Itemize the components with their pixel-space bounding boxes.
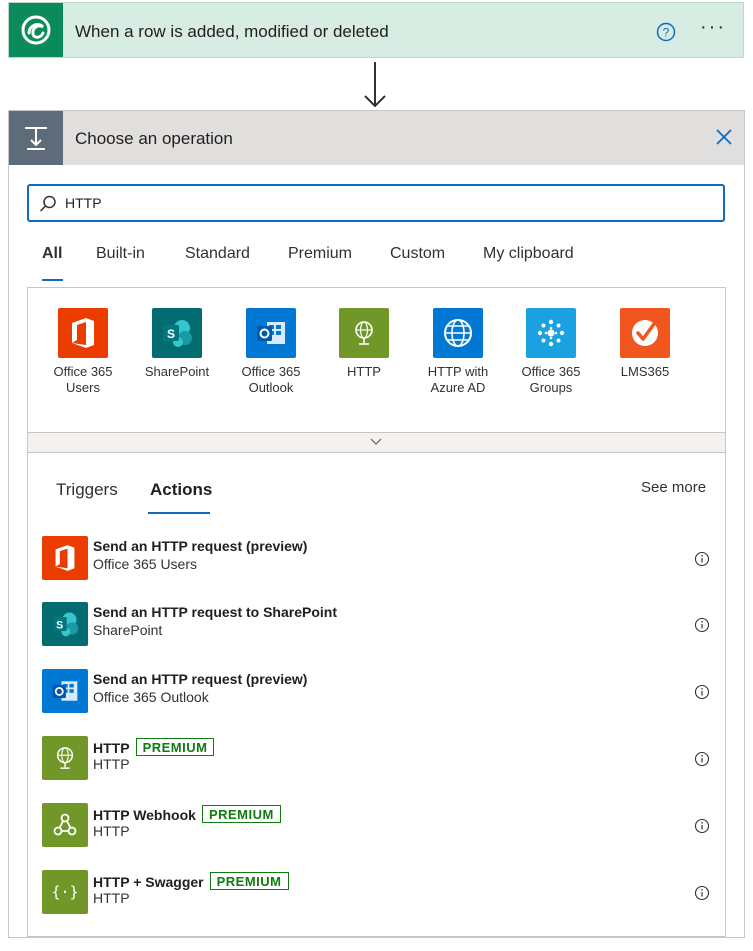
connector-office-365-outlook[interactable]: Office 365 Outlook (224, 308, 318, 396)
active-tab-indicator (42, 279, 63, 281)
sharepoint-icon: S (42, 602, 88, 646)
operation-title: Choose an operation (75, 129, 233, 148)
connector-grid: Office 365 Users S SharePoint Office 365… (27, 287, 726, 453)
connector-label-line2: Groups (529, 380, 573, 395)
choose-operation-card: Choose an operation All Built-in Standar… (8, 110, 745, 938)
action-title: Send an HTTP request (preview) (93, 671, 307, 687)
action-connector: Office 365 Outlook (93, 689, 209, 705)
info-icon[interactable] (694, 684, 710, 700)
webhook-icon (42, 803, 88, 847)
action-connector: HTTP (93, 756, 130, 772)
info-icon[interactable] (694, 551, 710, 567)
connector-label-line1: Office 365 (521, 364, 581, 379)
action-connector: HTTP (93, 823, 130, 839)
active-subtab-indicator (148, 512, 210, 514)
svg-text:?: ? (663, 26, 670, 40)
actions-panel: Triggers Actions See more Send an HTTP r… (27, 453, 726, 937)
outlook-icon (246, 308, 296, 358)
info-icon[interactable] (694, 885, 710, 901)
svg-text:S: S (167, 327, 175, 341)
svg-text:{·}: {·} (51, 883, 78, 901)
more-options-icon[interactable]: ··· (700, 16, 726, 39)
premium-badge: PREMIUM (201, 805, 281, 823)
connector-label-line2: Outlook (248, 380, 294, 395)
action-title: HTTP Webhook PREMIUM (93, 805, 281, 823)
action-title-text: HTTP (93, 740, 130, 756)
http-globe-icon (42, 736, 88, 780)
action-title-text: Send an HTTP request (preview) (93, 538, 308, 554)
connector-label-line1: LMS365 (620, 364, 670, 379)
action-row[interactable]: Send an HTTP request (preview) Office 36… (42, 536, 712, 582)
dataverse-icon (9, 3, 63, 57)
chevron-down-icon (370, 438, 382, 445)
action-row[interactable]: HTTP Webhook PREMIUM HTTP (42, 803, 712, 849)
operation-header: Choose an operation (9, 111, 744, 165)
swagger-icon: {·} (42, 870, 88, 914)
action-title-text: HTTP + Swagger (93, 874, 204, 890)
action-title-text: Send an HTTP request to SharePoint (93, 604, 338, 620)
connector-label-line1: SharePoint (144, 364, 210, 379)
action-connector: Office 365 Users (93, 556, 198, 572)
action-row[interactable]: {·} HTTP + Swagger PREMIUM HTTP (42, 870, 712, 916)
tab-standard[interactable]: Standard (185, 245, 250, 263)
tab-built-in[interactable]: Built-in (96, 245, 145, 263)
trigger-card[interactable]: When a row is added, modified or deleted… (8, 2, 744, 58)
operation-icon (9, 111, 63, 165)
expand-connectors-bar[interactable] (28, 432, 725, 452)
action-row[interactable]: HTTP PREMIUM HTTP (42, 736, 712, 782)
search-icon (39, 195, 56, 212)
action-title: HTTP + Swagger PREMIUM (93, 872, 289, 890)
action-title: HTTP PREMIUM (93, 738, 215, 756)
connector-office-365-groups[interactable]: Office 365 Groups (504, 308, 598, 396)
action-row[interactable]: S Send an HTTP request to SharePoint Sha… (42, 602, 712, 648)
connector-http-with-azure-ad[interactable]: HTTP with Azure AD (411, 308, 505, 396)
office-icon (58, 308, 108, 358)
close-icon[interactable] (714, 127, 734, 147)
action-title-text: Send an HTTP request (preview) (93, 671, 308, 687)
action-connector: HTTP (93, 890, 130, 906)
connector-label-line1: HTTP with (427, 364, 489, 379)
connector-label-line1: HTTP (347, 364, 381, 379)
connector-office-365-users[interactable]: Office 365 Users (36, 308, 130, 396)
tab-actions[interactable]: Actions (150, 480, 212, 500)
action-row[interactable]: Send an HTTP request (preview) Office 36… (42, 669, 712, 715)
connector-lms365[interactable]: LMS365 (598, 308, 692, 380)
tab-all[interactable]: All (42, 245, 62, 263)
connector-label-line1: Office 365 (53, 364, 113, 379)
tab-triggers[interactable]: Triggers (56, 480, 118, 500)
see-more-link[interactable]: See more (641, 479, 706, 496)
connector-http[interactable]: HTTP (317, 308, 411, 380)
lms365-icon (620, 308, 670, 358)
action-connector: SharePoint (93, 622, 163, 638)
action-title: Send an HTTP request (preview) (93, 538, 307, 554)
connector-label-line2: Users (66, 380, 100, 395)
svg-text:S: S (56, 619, 63, 631)
connector-label-line2: Azure AD (430, 380, 486, 395)
premium-badge: PREMIUM (135, 738, 215, 756)
trigger-title: When a row is added, modified or deleted (75, 22, 389, 41)
sharepoint-icon: S (152, 308, 202, 358)
info-icon[interactable] (694, 818, 710, 834)
premium-badge: PREMIUM (209, 872, 289, 890)
tab-premium[interactable]: Premium (288, 245, 352, 263)
http-globe-icon (339, 308, 389, 358)
search-input[interactable] (65, 191, 665, 215)
connector-sharepoint[interactable]: S SharePoint (130, 308, 224, 380)
groups-icon (526, 308, 576, 358)
flow-arrow-icon (364, 62, 386, 108)
info-icon[interactable] (694, 751, 710, 767)
search-box[interactable] (27, 184, 725, 222)
office-icon (42, 536, 88, 580)
action-title-text: HTTP Webhook (93, 807, 196, 823)
outlook-icon (42, 669, 88, 713)
action-title: Send an HTTP request to SharePoint (93, 604, 337, 620)
tab-custom[interactable]: Custom (390, 245, 445, 263)
info-icon[interactable] (694, 617, 710, 633)
help-icon[interactable]: ? (656, 22, 676, 42)
globe-icon (433, 308, 483, 358)
tab-my-clipboard[interactable]: My clipboard (483, 245, 574, 263)
connector-label-line1: Office 365 (241, 364, 301, 379)
